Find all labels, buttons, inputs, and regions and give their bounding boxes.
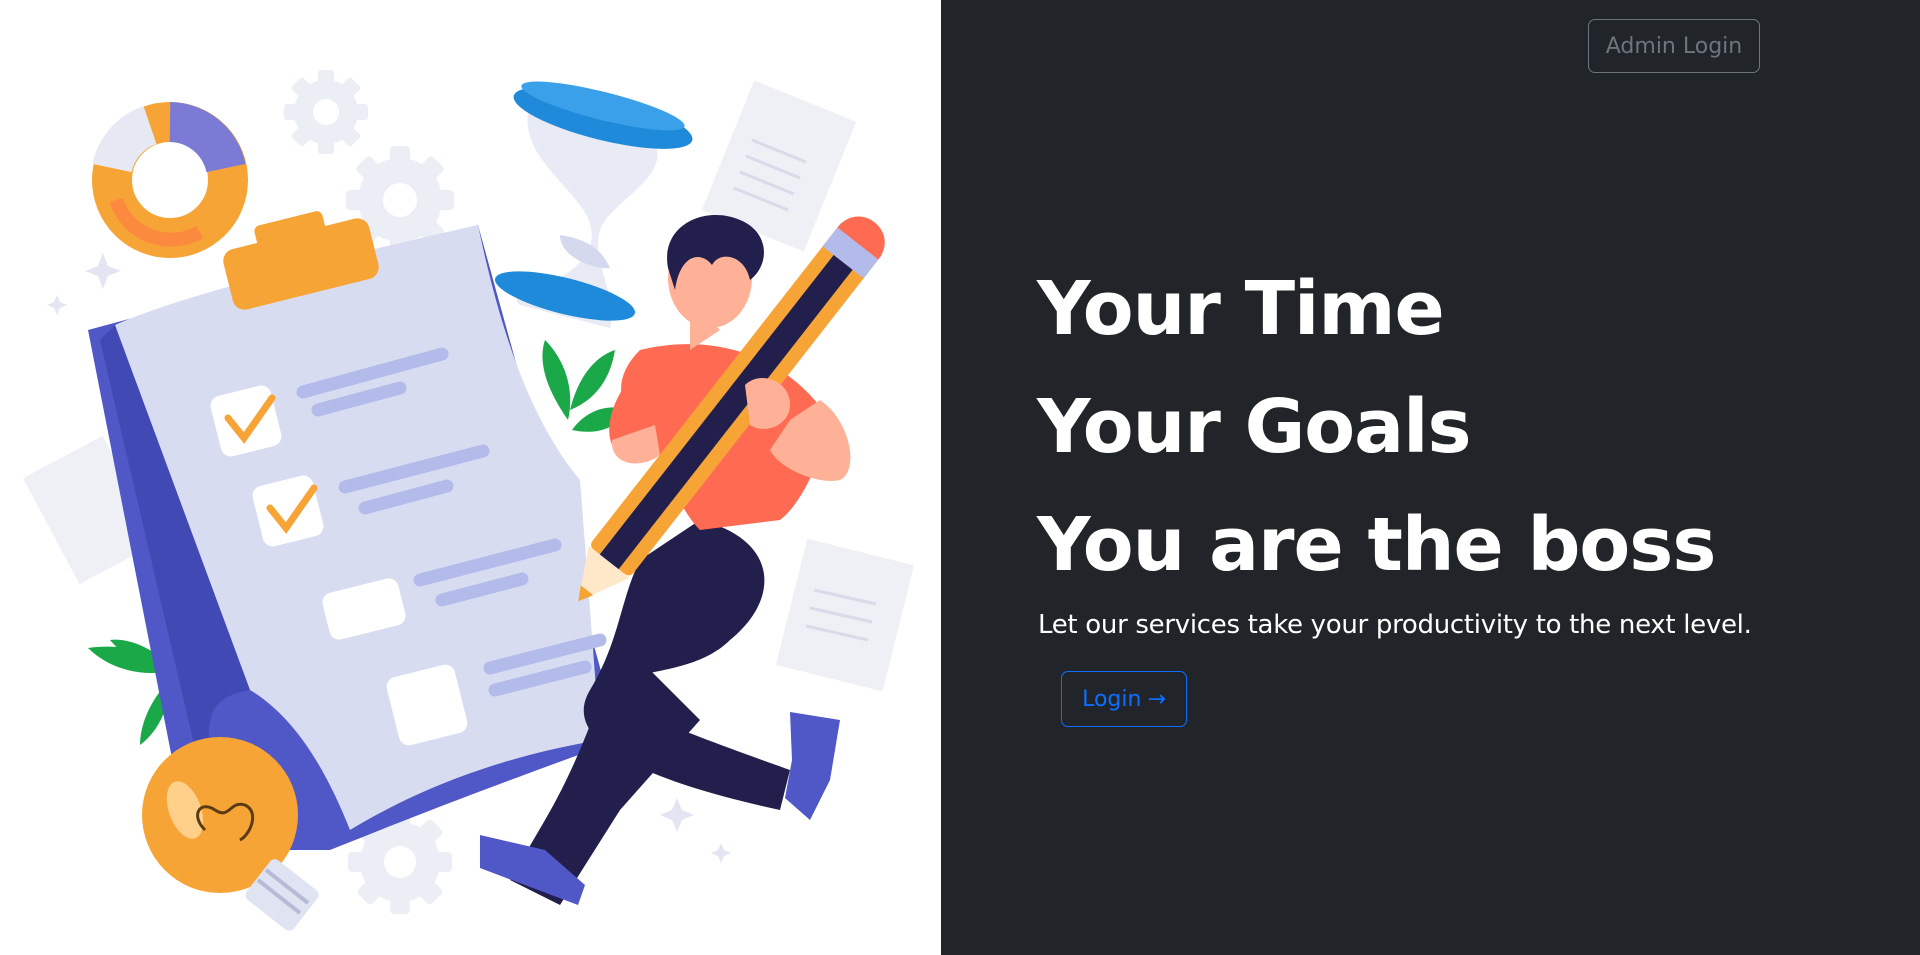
login-button-label: Login [1082,686,1142,712]
admin-login-button[interactable]: Admin Login [1588,19,1760,73]
arrow-right-icon: → [1147,686,1166,712]
hourglass-icon [495,81,693,328]
tagline: Let our services take your productivity … [1038,610,1752,640]
headline-line-1: Your Time [1037,266,1445,352]
headline-line-2: Your Goals [1037,384,1471,470]
login-button[interactable]: Login → [1061,671,1187,727]
headline-line-3: You are the boss [1037,502,1716,588]
hero-illustration [0,0,941,955]
landing-page: Admin Login Your Time Your Goals You are… [0,0,1920,955]
document-icon [775,538,915,692]
hero-section: Admin Login Your Time Your Goals You are… [941,0,1920,955]
donut-chart-icon [92,102,248,258]
gear-icon [284,70,368,154]
